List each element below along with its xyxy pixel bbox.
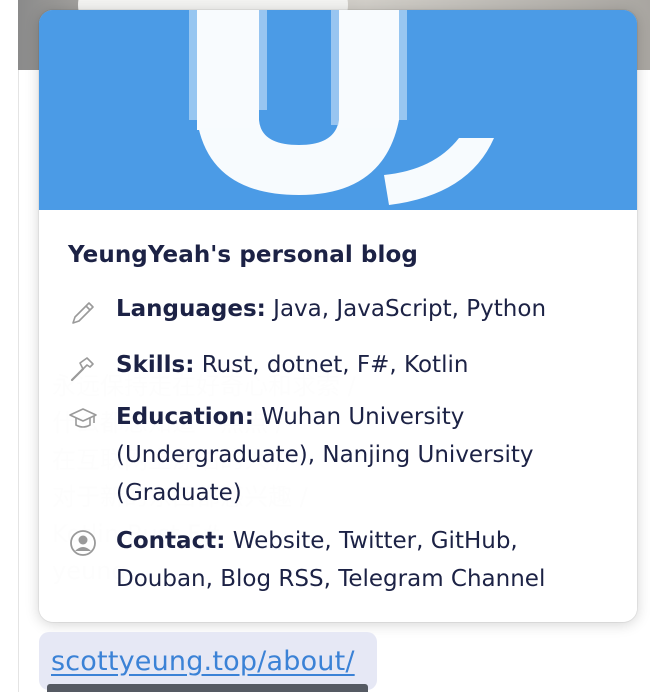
background-bar bbox=[47, 684, 368, 692]
profile-hover-card: YeungYeah's personal blog Languages: Jav… bbox=[39, 10, 637, 622]
languages-text: Languages: Java, JavaScript, Python bbox=[116, 290, 576, 328]
user-circle-icon bbox=[70, 530, 96, 556]
languages-label: Languages: bbox=[116, 296, 266, 322]
contact-label: Contact: bbox=[116, 528, 226, 554]
banner-image bbox=[39, 10, 637, 210]
graduation-cap-icon bbox=[69, 408, 97, 428]
education-text: Education: Wuhan University (Undergradua… bbox=[116, 398, 576, 512]
background-divider bbox=[18, 70, 19, 692]
languages-value: Java, JavaScript, Python bbox=[273, 296, 547, 322]
education-label: Education: bbox=[116, 404, 254, 430]
skills-value: Rust, dotnet, F#, Kotlin bbox=[201, 352, 469, 378]
pencil-icon bbox=[72, 302, 94, 324]
contact-text: Contact: Website, Twitter, GitHub, Douba… bbox=[116, 522, 576, 598]
blog-logo-icon bbox=[39, 10, 637, 210]
hammer-icon bbox=[70, 357, 94, 382]
skills-text: Skills: Rust, dotnet, F#, Kotlin bbox=[116, 346, 576, 384]
about-link[interactable]: scottyeung.top/about/ bbox=[51, 646, 355, 677]
link-chip[interactable]: scottyeung.top/about/ bbox=[39, 632, 377, 690]
blog-title: YeungYeah's personal blog bbox=[68, 242, 418, 268]
skills-label: Skills: bbox=[116, 352, 195, 378]
